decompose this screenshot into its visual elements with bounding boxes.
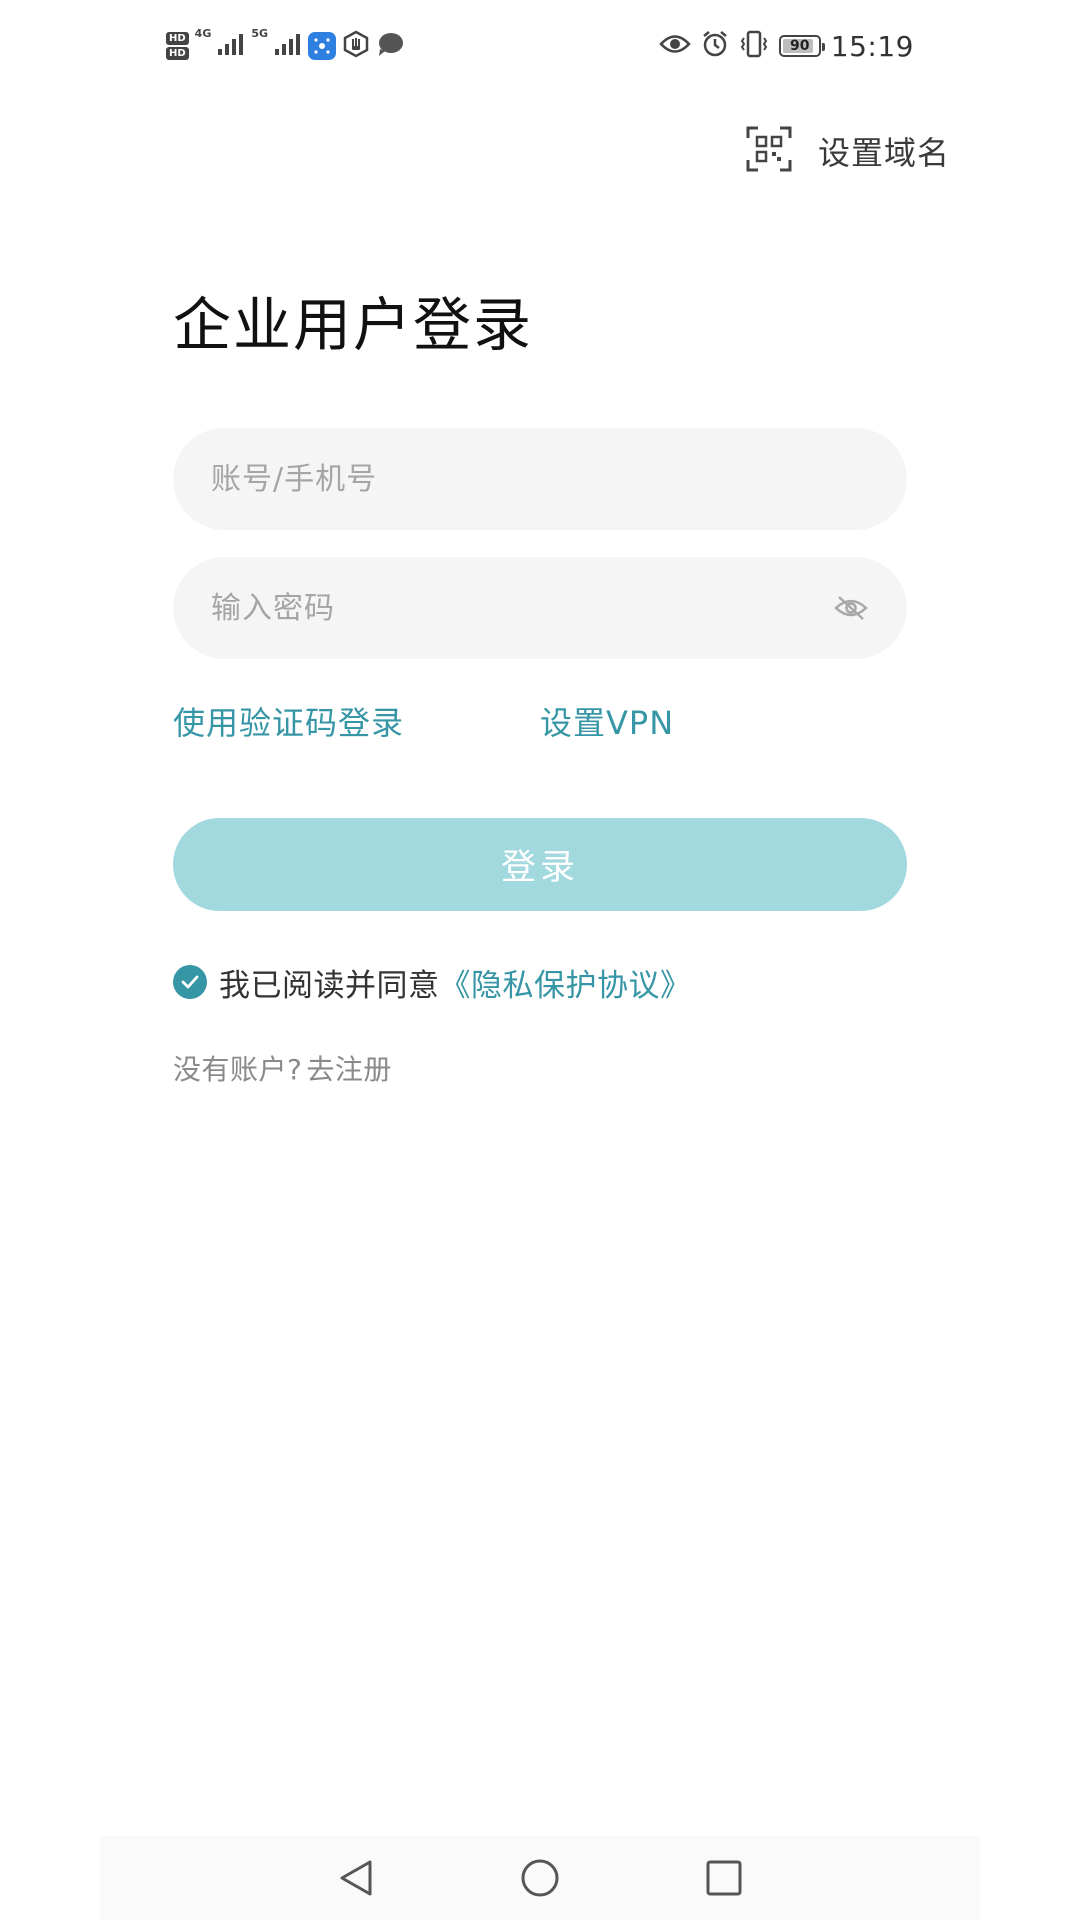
vibrate-icon (739, 30, 769, 62)
hd-icon: HD HD (166, 32, 189, 60)
status-right-group: 90 15:19 (659, 26, 914, 66)
signal-icon (217, 32, 245, 60)
password-input[interactable] (209, 589, 831, 627)
signal-icon (274, 32, 302, 60)
sim1-network-label: 4G (194, 27, 212, 40)
account-field-container (173, 428, 907, 530)
battery-percent: 90 (790, 38, 810, 54)
eye-icon (659, 33, 691, 59)
register-prompt: 没有账户? (173, 1053, 303, 1086)
password-field-container (173, 557, 907, 659)
message-icon (376, 31, 404, 61)
privacy-agreement: 我已阅读并同意 《隐私保护协议》 (173, 960, 692, 1005)
back-triangle-icon (340, 1860, 372, 1896)
eye-off-icon (834, 596, 868, 620)
set-domain-button[interactable]: 设置域名 (746, 124, 950, 178)
set-domain-label: 设置域名 (817, 134, 950, 172)
clock-time: 15:19 (830, 29, 914, 63)
alarm-icon (701, 30, 729, 62)
sim1-hd-badge: HD (166, 32, 189, 45)
register-row: 没有账户? 去注册 (173, 1048, 392, 1088)
sim2-hd-badge: HD (166, 47, 189, 60)
status-bar: HD HD 4G 5G 90 15:19 (0, 0, 1080, 92)
nav-home-button[interactable] (514, 1852, 566, 1904)
sim2-network-label: 5G (251, 27, 269, 40)
account-input[interactable] (209, 460, 871, 498)
qr-scan-icon (746, 126, 792, 176)
nav-back-button[interactable] (330, 1852, 382, 1904)
login-button[interactable]: 登录 (173, 818, 907, 911)
status-left-group: HD HD 4G 5G (166, 28, 404, 64)
set-vpn-link[interactable]: 设置VPN (540, 698, 674, 744)
agreement-checkbox[interactable] (173, 965, 207, 999)
login-screen: HD HD 4G 5G 90 15:19 设置域名 企业用户登录 账号/手机号 … (0, 0, 1080, 1920)
nav-recent-button[interactable] (698, 1852, 750, 1904)
privacy-policy-link[interactable]: 《隐私保护协议》 (440, 960, 692, 1005)
battery-icon: 90 (778, 35, 825, 57)
password-visibility-toggle[interactable] (831, 588, 871, 628)
home-circle-icon (521, 1859, 559, 1897)
page-title: 企业用户登录 (173, 291, 534, 359)
code-login-link[interactable]: 使用验证码登录 (173, 698, 404, 744)
register-link[interactable]: 去注册 (306, 1048, 392, 1088)
tp-link-app-icon (308, 32, 337, 60)
system-nav-bar (100, 1836, 980, 1920)
agreement-text: 我已阅读并同意 (219, 967, 440, 1004)
check-icon (181, 975, 199, 989)
recent-square-icon (706, 1860, 742, 1896)
hand-icon (342, 30, 370, 62)
